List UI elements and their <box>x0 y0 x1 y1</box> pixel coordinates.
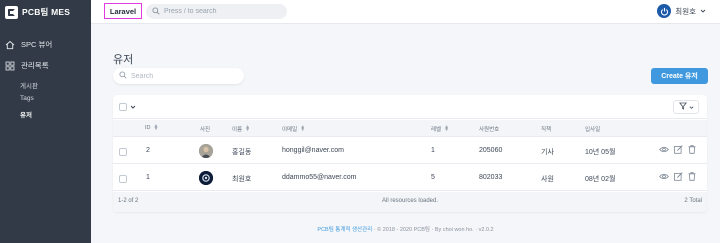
sidebar-item-board[interactable]: 게시판 <box>20 80 38 90</box>
cell-email: ddammo55@naver.com <box>282 174 357 181</box>
search-input[interactable] <box>131 72 231 80</box>
delete-icon[interactable] <box>688 172 696 183</box>
row-checkbox[interactable] <box>119 148 127 156</box>
sidebar: PCB팀 MES SPC 뷰어 관리목록 게시판 Tags 유저 <box>0 0 91 243</box>
sort-icon: ▲ ▼ <box>153 123 159 132</box>
edit-icon[interactable] <box>674 172 683 183</box>
brand[interactable]: PCB팀 MES <box>0 0 91 24</box>
search-icon <box>119 71 127 81</box>
sidebar-item-management[interactable]: 관리목록 <box>5 60 49 71</box>
table-footer: 1-2 of 2 All resources loaded. 2 Total <box>113 192 707 212</box>
cell-position: 사원 <box>541 176 554 183</box>
cell-join-date: 10년 05월 <box>585 149 616 156</box>
load-status: All resources loaded. <box>381 198 439 204</box>
sidebar-item-spc-viewer[interactable]: SPC 뷰어 <box>5 39 52 50</box>
grid-icon <box>5 61 15 71</box>
sort-icon: ▲ ▼ <box>245 124 251 133</box>
column-header-name[interactable]: 이름 ▲ ▼ <box>232 124 251 134</box>
global-search[interactable] <box>146 4 287 19</box>
laravel-link[interactable]: Laravel <box>104 3 142 19</box>
create-user-button[interactable]: Create 유저 <box>651 68 708 84</box>
cell-employee-no: 802033 <box>479 174 503 181</box>
resource-table-card: ID ▲ ▼ 사진 이름 ▲ ▼ 이메일 ▲ ▼ 레벨 ▲ ▼ 사원번호 직책 입사일 2 홍길… <box>113 95 707 212</box>
avatar <box>199 171 213 185</box>
sort-icon: ▲ ▼ <box>444 124 450 133</box>
brand-name: PCB팀 MES <box>22 7 71 17</box>
table-row[interactable]: 2 홍길동 honggil@naver.com 1 205060 기사 10년 … <box>113 138 707 164</box>
delete-icon[interactable] <box>688 145 696 156</box>
avatar <box>199 144 213 158</box>
sidebar-item-label: 관리목록 <box>21 61 49 70</box>
avatar <box>657 4 672 18</box>
cell-name: 홍길동 <box>232 149 252 156</box>
filter-button[interactable] <box>673 100 699 114</box>
table-row[interactable]: 1 최원호 ddammo55@naver.com 5 802033 사원 08년… <box>113 165 707 191</box>
table-header: ID ▲ ▼ 사진 이름 ▲ ▼ 이메일 ▲ ▼ 레벨 ▲ ▼ 사원번호 직책 입사일 <box>113 120 707 137</box>
column-header-photo: 사진 <box>200 127 211 133</box>
global-search-input[interactable] <box>164 8 274 15</box>
sort-icon: ▲ ▼ <box>300 124 306 133</box>
cell-employee-no: 205060 <box>479 147 503 154</box>
column-header-email[interactable]: 이메일 ▲ ▼ <box>282 124 306 134</box>
column-header-position[interactable]: 직책 <box>541 125 551 133</box>
user-menu[interactable]: 최원호 <box>657 4 706 18</box>
sidebar-item-tags[interactable]: Tags <box>20 95 34 102</box>
chevron-down-icon <box>689 103 694 112</box>
column-header-join-date[interactable]: 입사일 <box>585 125 600 133</box>
page-footer: PCB팀 통계적 생산관리 · © 2018 - 2020 PCB팀 · By … <box>91 225 720 233</box>
user-name: 최원호 <box>675 6 696 16</box>
cell-name: 최원호 <box>232 176 252 183</box>
home-icon <box>5 40 15 50</box>
select-all-checkbox[interactable] <box>119 103 127 111</box>
footer-link[interactable]: PCB팀 통계적 생산관리 <box>317 227 372 233</box>
page-title: 유저 <box>113 54 134 66</box>
row-checkbox[interactable] <box>119 175 127 183</box>
chevron-down-icon[interactable] <box>130 104 136 112</box>
cell-id: 1 <box>146 174 150 181</box>
row-actions <box>659 172 696 183</box>
footer-copyright: · © 2018 - 2020 PCB팀 · By choi won ho. ·… <box>373 227 494 233</box>
resource-search[interactable] <box>113 68 244 84</box>
top-header: Laravel 최원호 <box>91 0 720 24</box>
brand-logo-icon <box>5 5 18 19</box>
cell-level: 5 <box>431 174 435 181</box>
filter-icon <box>678 102 687 112</box>
table-toolbar <box>113 95 707 119</box>
column-header-employee-no[interactable]: 사원번호 <box>479 125 499 133</box>
column-header-level[interactable]: 레벨 ▲ ▼ <box>431 124 450 134</box>
row-actions <box>659 145 696 156</box>
cell-email: honggil@naver.com <box>282 147 344 154</box>
view-icon[interactable] <box>659 145 669 156</box>
search-icon <box>152 6 160 17</box>
column-header-id[interactable]: ID ▲ ▼ <box>145 123 159 132</box>
edit-icon[interactable] <box>674 145 683 156</box>
cell-join-date: 08년 02월 <box>585 176 616 183</box>
view-icon[interactable] <box>659 172 669 183</box>
cell-position: 기사 <box>541 149 554 156</box>
sidebar-item-label: SPC 뷰어 <box>21 40 53 49</box>
sidebar-item-users[interactable]: 유저 <box>20 109 32 119</box>
cell-id: 2 <box>146 147 150 154</box>
cell-level: 1 <box>431 147 435 154</box>
total-count: 2 Total <box>684 198 702 204</box>
chevron-down-icon <box>700 7 706 16</box>
